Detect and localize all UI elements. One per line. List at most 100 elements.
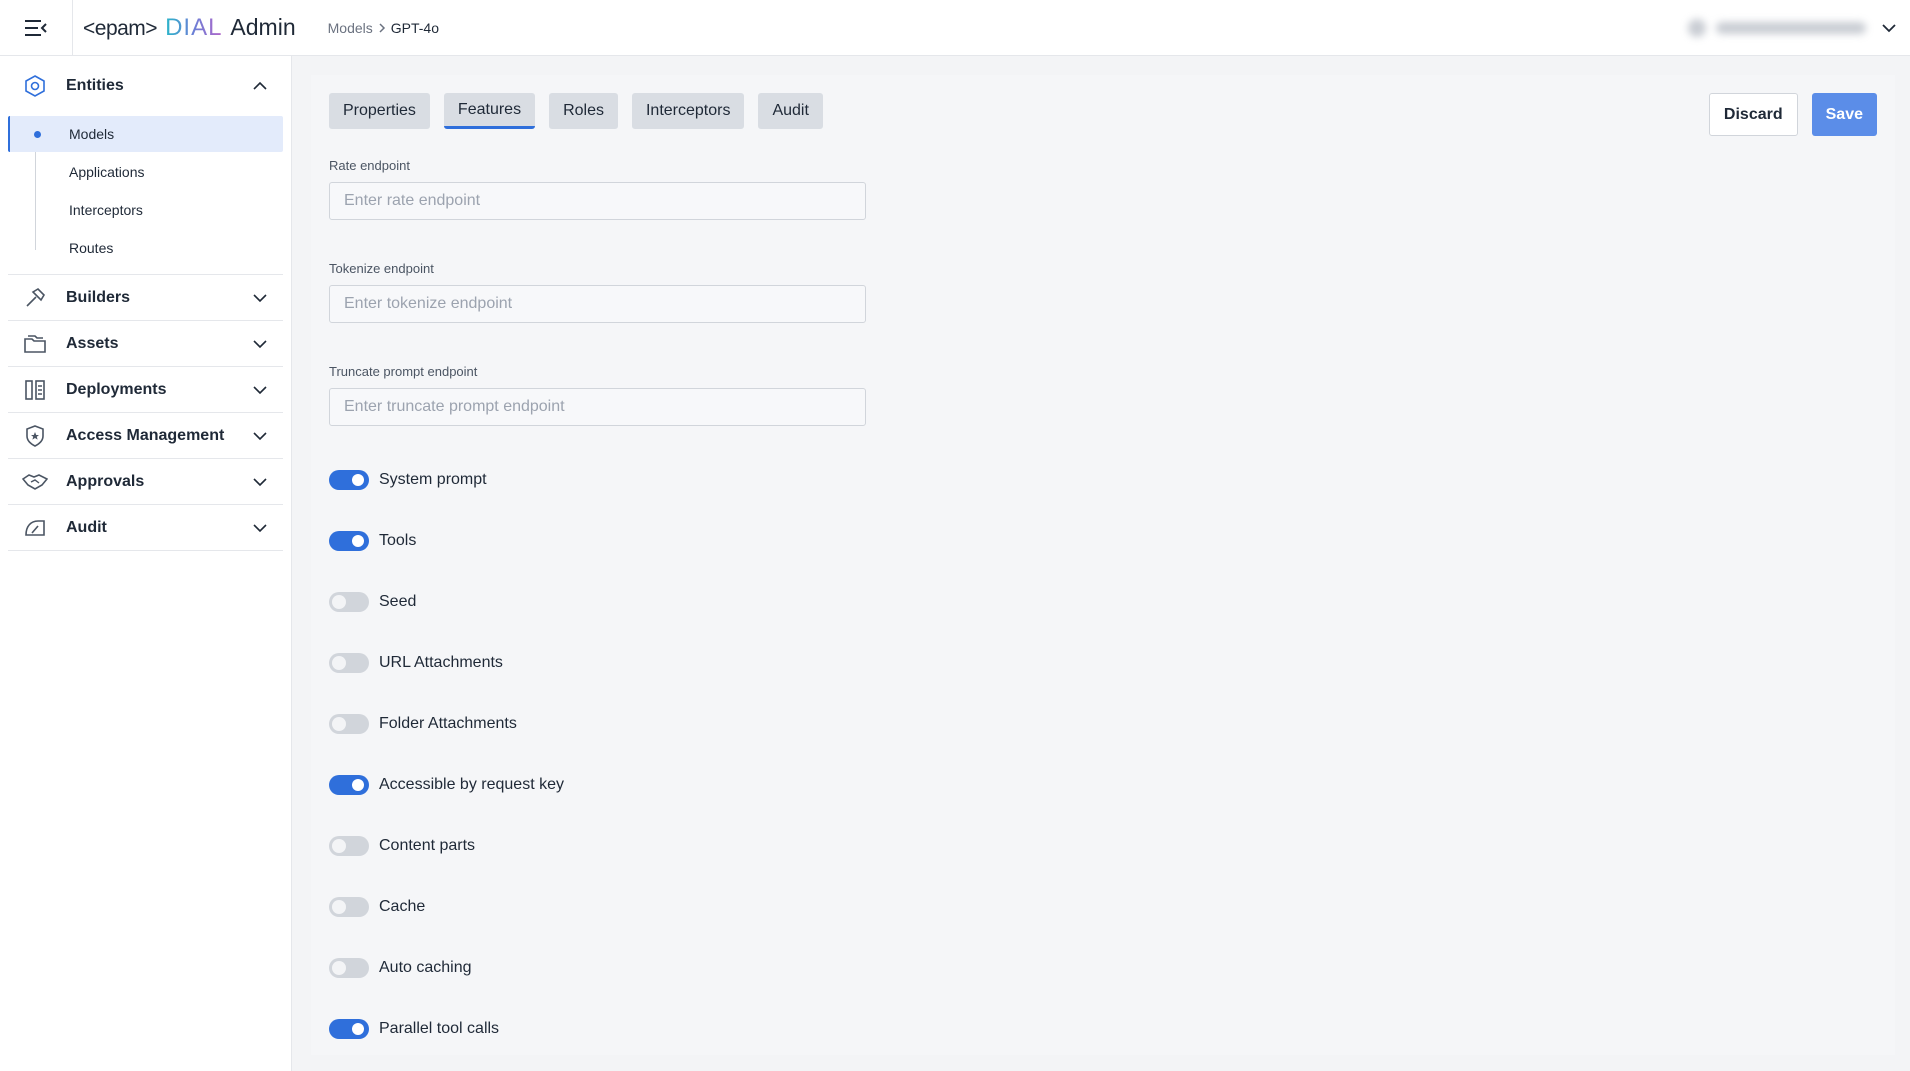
toggle-knob [352,1023,364,1035]
breadcrumb: Models GPT-4o [328,20,439,36]
toggle-row-content-parts[interactable]: Content parts [329,834,475,858]
chevron-down-icon [251,473,269,491]
logo-admin: Admin [230,13,296,40]
sidebar-group-label: Builders [66,288,131,306]
toggle-knob [332,656,346,670]
chevron-down-icon [251,519,269,537]
sidebar-group-label: Assets [66,334,119,352]
form-actions: Discard Save [1708,93,1877,136]
chevron-up-icon [251,77,269,95]
toggle-row-folder-attachments[interactable]: Folder Attachments [329,712,517,736]
logo-dial: DIAL [165,13,223,41]
cache-toggle[interactable] [329,897,369,917]
tokenize-endpoint-input[interactable] [329,285,866,323]
tab-interceptors[interactable]: Interceptors [631,93,745,129]
toggle-label: URL Attachments [379,654,503,671]
field-label: Tokenize endpoint [329,261,434,276]
rate-endpoint-field: Rate endpoint [329,158,866,220]
deployments-icon [22,377,48,403]
user-avatar [1688,19,1706,37]
sidebar-item-label: Routes [69,240,114,256]
toggle-knob [332,961,346,975]
sidebar-group-access-management[interactable]: Access Management [8,413,283,459]
top-header: <epam> DIAL Admin Models GPT-4o [0,0,1910,56]
toggle-row-cache[interactable]: Cache [329,895,425,919]
user-info-blurred [1688,19,1866,37]
toggle-label: System prompt [379,471,487,488]
features-panel: Properties Features Roles Interceptors A… [311,75,1895,1055]
sidebar: Entities Models Applications Interceptor… [0,56,292,1071]
auto-caching-toggle[interactable] [329,958,369,978]
breadcrumb-current: GPT-4o [390,19,440,36]
toggle-row-tools[interactable]: Tools [329,529,416,553]
toggle-knob [332,717,346,731]
tab-roles[interactable]: Roles [549,93,618,129]
tools-toggle[interactable] [329,531,369,551]
sidebar-group-audit[interactable]: Audit [8,505,283,551]
toggle-knob [352,535,364,547]
toggle-label: Auto caching [379,959,472,976]
chevron-down-icon [251,427,269,445]
sidebar-item-label: Interceptors [69,202,143,218]
content-parts-toggle[interactable] [329,836,369,856]
tab-properties[interactable]: Properties [329,93,430,129]
entities-subnav: Models Applications Interceptors Routes [8,116,283,275]
entity-tabs: Properties Features Roles Interceptors A… [329,93,823,129]
breadcrumb-models-link[interactable]: Models [328,20,373,36]
toggle-row-auto-caching[interactable]: Auto caching [329,956,472,980]
toggle-knob [332,839,346,853]
hexagon-icon [22,73,48,99]
features-panel-content: Properties Features Roles Interceptors A… [311,75,1895,1055]
hammer-icon [22,285,48,311]
url-attachments-toggle[interactable] [329,653,369,673]
system-prompt-toggle[interactable] [329,470,369,490]
sidebar-group-builders[interactable]: Builders [8,275,283,321]
chevron-down-icon [251,381,269,399]
toggle-row-parallel-tool-calls[interactable]: Parallel tool calls [329,1017,499,1041]
toggle-knob [332,595,346,609]
tab-features[interactable]: Features [443,93,536,129]
sidebar-item-interceptors[interactable]: Interceptors [8,192,283,228]
chevron-right-icon [378,22,386,33]
folder-icon [22,331,48,357]
app-logo[interactable]: <epam> DIAL Admin [83,14,296,42]
tab-audit[interactable]: Audit [758,93,823,129]
toggle-label: Seed [379,593,417,610]
sidebar-group-label: Approvals [66,472,145,490]
accessible-by-request-key-toggle[interactable] [329,775,369,795]
sidebar-group-deployments[interactable]: Deployments [8,367,283,413]
menu-collapse-icon [25,19,47,36]
seed-toggle[interactable] [329,592,369,612]
menu-toggle-button[interactable] [0,0,73,56]
folder-attachments-toggle[interactable] [329,714,369,734]
toggle-label: Accessible by request key [379,776,564,793]
sidebar-item-models[interactable]: Models [8,116,283,152]
sidebar-group-approvals[interactable]: Approvals [8,459,283,505]
active-dot-icon [34,131,41,138]
sidebar-item-applications[interactable]: Applications [8,154,283,190]
sidebar-group-assets[interactable]: Assets [8,321,283,367]
save-button[interactable]: Save [1811,93,1877,136]
field-label: Truncate prompt endpoint [329,364,478,379]
discard-button[interactable]: Discard [1708,93,1798,136]
toggle-row-system-prompt[interactable]: System prompt [329,468,487,492]
chevron-down-icon[interactable] [1882,23,1896,33]
truncate-prompt-endpoint-input[interactable] [329,388,866,426]
user-name-redacted [1716,22,1866,34]
toggle-label: Folder Attachments [379,715,517,732]
rate-endpoint-input[interactable] [329,182,866,220]
handshake-icon [22,469,48,495]
sidebar-group-header-entities[interactable]: Entities [8,56,283,116]
toggle-row-seed[interactable]: Seed [329,590,416,614]
toggle-row-accessible-by-request-key[interactable]: Accessible by request key [329,773,564,797]
toggle-label: Tools [379,532,417,549]
parallel-tool-calls-toggle[interactable] [329,1019,369,1039]
tokenize-endpoint-field: Tokenize endpoint [329,261,866,323]
chevron-down-icon [251,335,269,353]
toggle-knob [332,900,346,914]
user-menu[interactable] [1688,0,1896,56]
sidebar-item-routes[interactable]: Routes [8,230,283,266]
toggle-row-url-attachments[interactable]: URL Attachments [329,651,503,675]
shield-star-icon [22,423,48,449]
chevron-down-icon [251,289,269,307]
